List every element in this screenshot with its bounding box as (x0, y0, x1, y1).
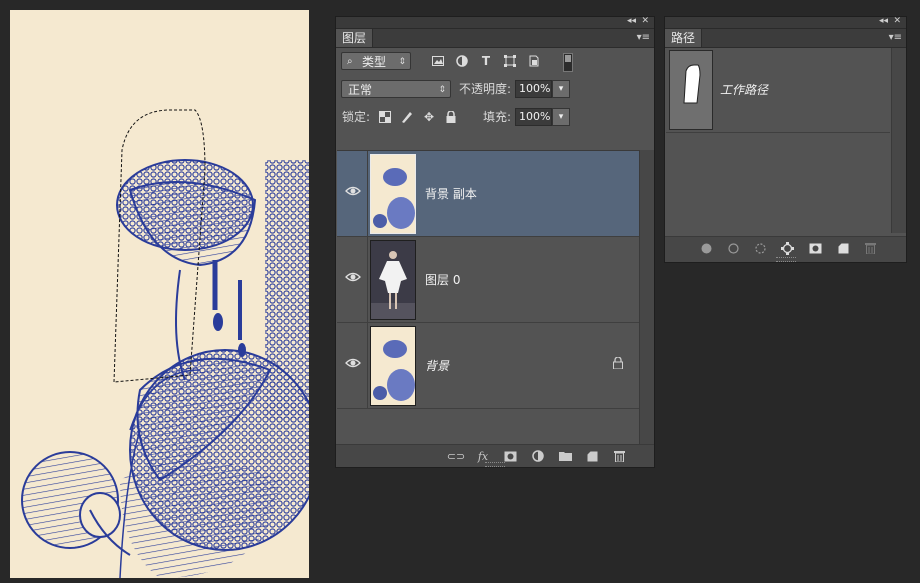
path-name[interactable]: 工作路径 (720, 81, 768, 98)
new-layer-icon[interactable] (585, 449, 599, 463)
layers-list: 背景 副本 图层 0 背景 (337, 150, 639, 457)
shape-layer-filter-icon[interactable] (503, 54, 517, 68)
layer-name[interactable]: 背景 (425, 357, 449, 374)
group-folder-icon[interactable] (558, 449, 572, 463)
layer-row[interactable]: 图层 0 (337, 237, 639, 323)
trash-icon[interactable] (863, 241, 877, 255)
visibility-column[interactable] (337, 323, 368, 409)
updown-arrow-icon: ⇕ (398, 57, 406, 67)
path-row[interactable]: 工作路径 (666, 48, 890, 133)
close-icon[interactable]: ✕ (893, 16, 901, 27)
filter-type-select[interactable]: ⌕ 类型 ⇕ (341, 52, 411, 70)
layers-scrollbar[interactable] (639, 150, 654, 456)
panel-menu-icon[interactable]: ▾≡ (889, 31, 902, 45)
fill-label: 填充: (483, 110, 512, 124)
lock-label: 锁定: (342, 110, 371, 124)
smart-object-filter-icon[interactable] (527, 54, 541, 68)
opacity-input[interactable]: 100% (515, 80, 552, 98)
opacity-label: 不透明度: (459, 82, 512, 96)
lock-transparent-icon[interactable] (378, 110, 392, 124)
fx-icon[interactable]: fx (476, 449, 490, 463)
layers-panel: ◂◂ ✕ 图层 ▾≡ ⌕ 类型 ⇕ T 正常 ⇕ 不透明度: 100% ▾ 锁定… (336, 16, 654, 467)
lock-icon (613, 357, 623, 369)
layer-name[interactable]: 图层 0 (425, 271, 460, 288)
trash-icon[interactable] (612, 449, 626, 463)
search-icon: ⌕ (347, 56, 353, 67)
filter-type-label: 类型 (362, 55, 387, 69)
fill-input[interactable]: 100% (515, 108, 552, 126)
blend-mode-select[interactable]: 正常 ⇕ (341, 80, 451, 98)
layer-thumbnail (370, 326, 416, 406)
lock-position-move-icon[interactable]: ✥ (422, 110, 436, 124)
add-mask-icon[interactable] (808, 241, 822, 255)
paths-footer (665, 236, 906, 262)
layer-thumbnail (370, 154, 416, 234)
paths-scrollbar[interactable] (891, 48, 906, 233)
document-canvas[interactable] (10, 10, 309, 578)
new-path-icon[interactable] (836, 241, 850, 255)
eye-icon[interactable] (345, 271, 361, 283)
paths-tabbar: 路径 ▾≡ (665, 29, 906, 48)
blend-mode-value: 正常 (348, 83, 373, 97)
add-mask-icon[interactable] (503, 449, 517, 463)
path-thumbnail (669, 50, 713, 130)
make-work-path-icon[interactable] (780, 241, 794, 255)
filter-toggle-switch[interactable] (563, 53, 573, 72)
adjustment-layer-icon[interactable] (531, 449, 545, 463)
load-selection-icon[interactable] (753, 241, 767, 255)
layer-thumbnail (370, 240, 416, 320)
layers-footer: ⊂⊃ fx (336, 444, 654, 467)
fill-dropdown-button[interactable]: ▾ (552, 108, 570, 126)
panel-titlebar[interactable]: ◂◂ ✕ (665, 16, 906, 29)
artwork-image (10, 10, 309, 578)
layer-name[interactable]: 背景 副本 (425, 185, 477, 202)
fill-path-icon[interactable] (699, 241, 713, 255)
lock-image-brush-icon[interactable] (400, 110, 414, 124)
layer-row[interactable]: 背景 (337, 323, 639, 409)
stroke-path-icon[interactable] (726, 241, 740, 255)
tab-layers[interactable]: 图层 (336, 29, 374, 47)
collapse-icon[interactable]: ◂◂ (627, 16, 636, 27)
pixel-layer-filter-icon[interactable] (431, 54, 445, 68)
link-layers-icon[interactable]: ⊂⊃ (447, 449, 465, 463)
resize-grip[interactable] (485, 462, 505, 467)
tab-paths[interactable]: 路径 (665, 29, 703, 47)
close-icon[interactable]: ✕ (641, 16, 649, 27)
paths-panel: ◂◂ ✕ 路径 ▾≡ 工作路径 (665, 16, 906, 262)
type-layer-filter-icon[interactable]: T (479, 54, 493, 68)
layer-row[interactable]: 背景 副本 (337, 151, 639, 237)
eye-icon[interactable] (345, 185, 361, 197)
panel-titlebar[interactable]: ◂◂ ✕ (336, 16, 654, 29)
adjustment-layer-filter-icon[interactable] (455, 54, 469, 68)
panel-menu-icon[interactable]: ▾≡ (637, 31, 650, 45)
lock-all-icon[interactable] (444, 110, 458, 124)
layers-tabbar: 图层 ▾≡ (336, 29, 654, 48)
resize-grip[interactable] (775, 257, 796, 262)
eye-icon[interactable] (345, 357, 361, 369)
collapse-icon[interactable]: ◂◂ (879, 16, 888, 27)
visibility-column[interactable] (337, 151, 368, 237)
updown-arrow-icon: ⇕ (438, 85, 446, 95)
opacity-dropdown-button[interactable]: ▾ (552, 80, 570, 98)
visibility-column[interactable] (337, 237, 368, 323)
